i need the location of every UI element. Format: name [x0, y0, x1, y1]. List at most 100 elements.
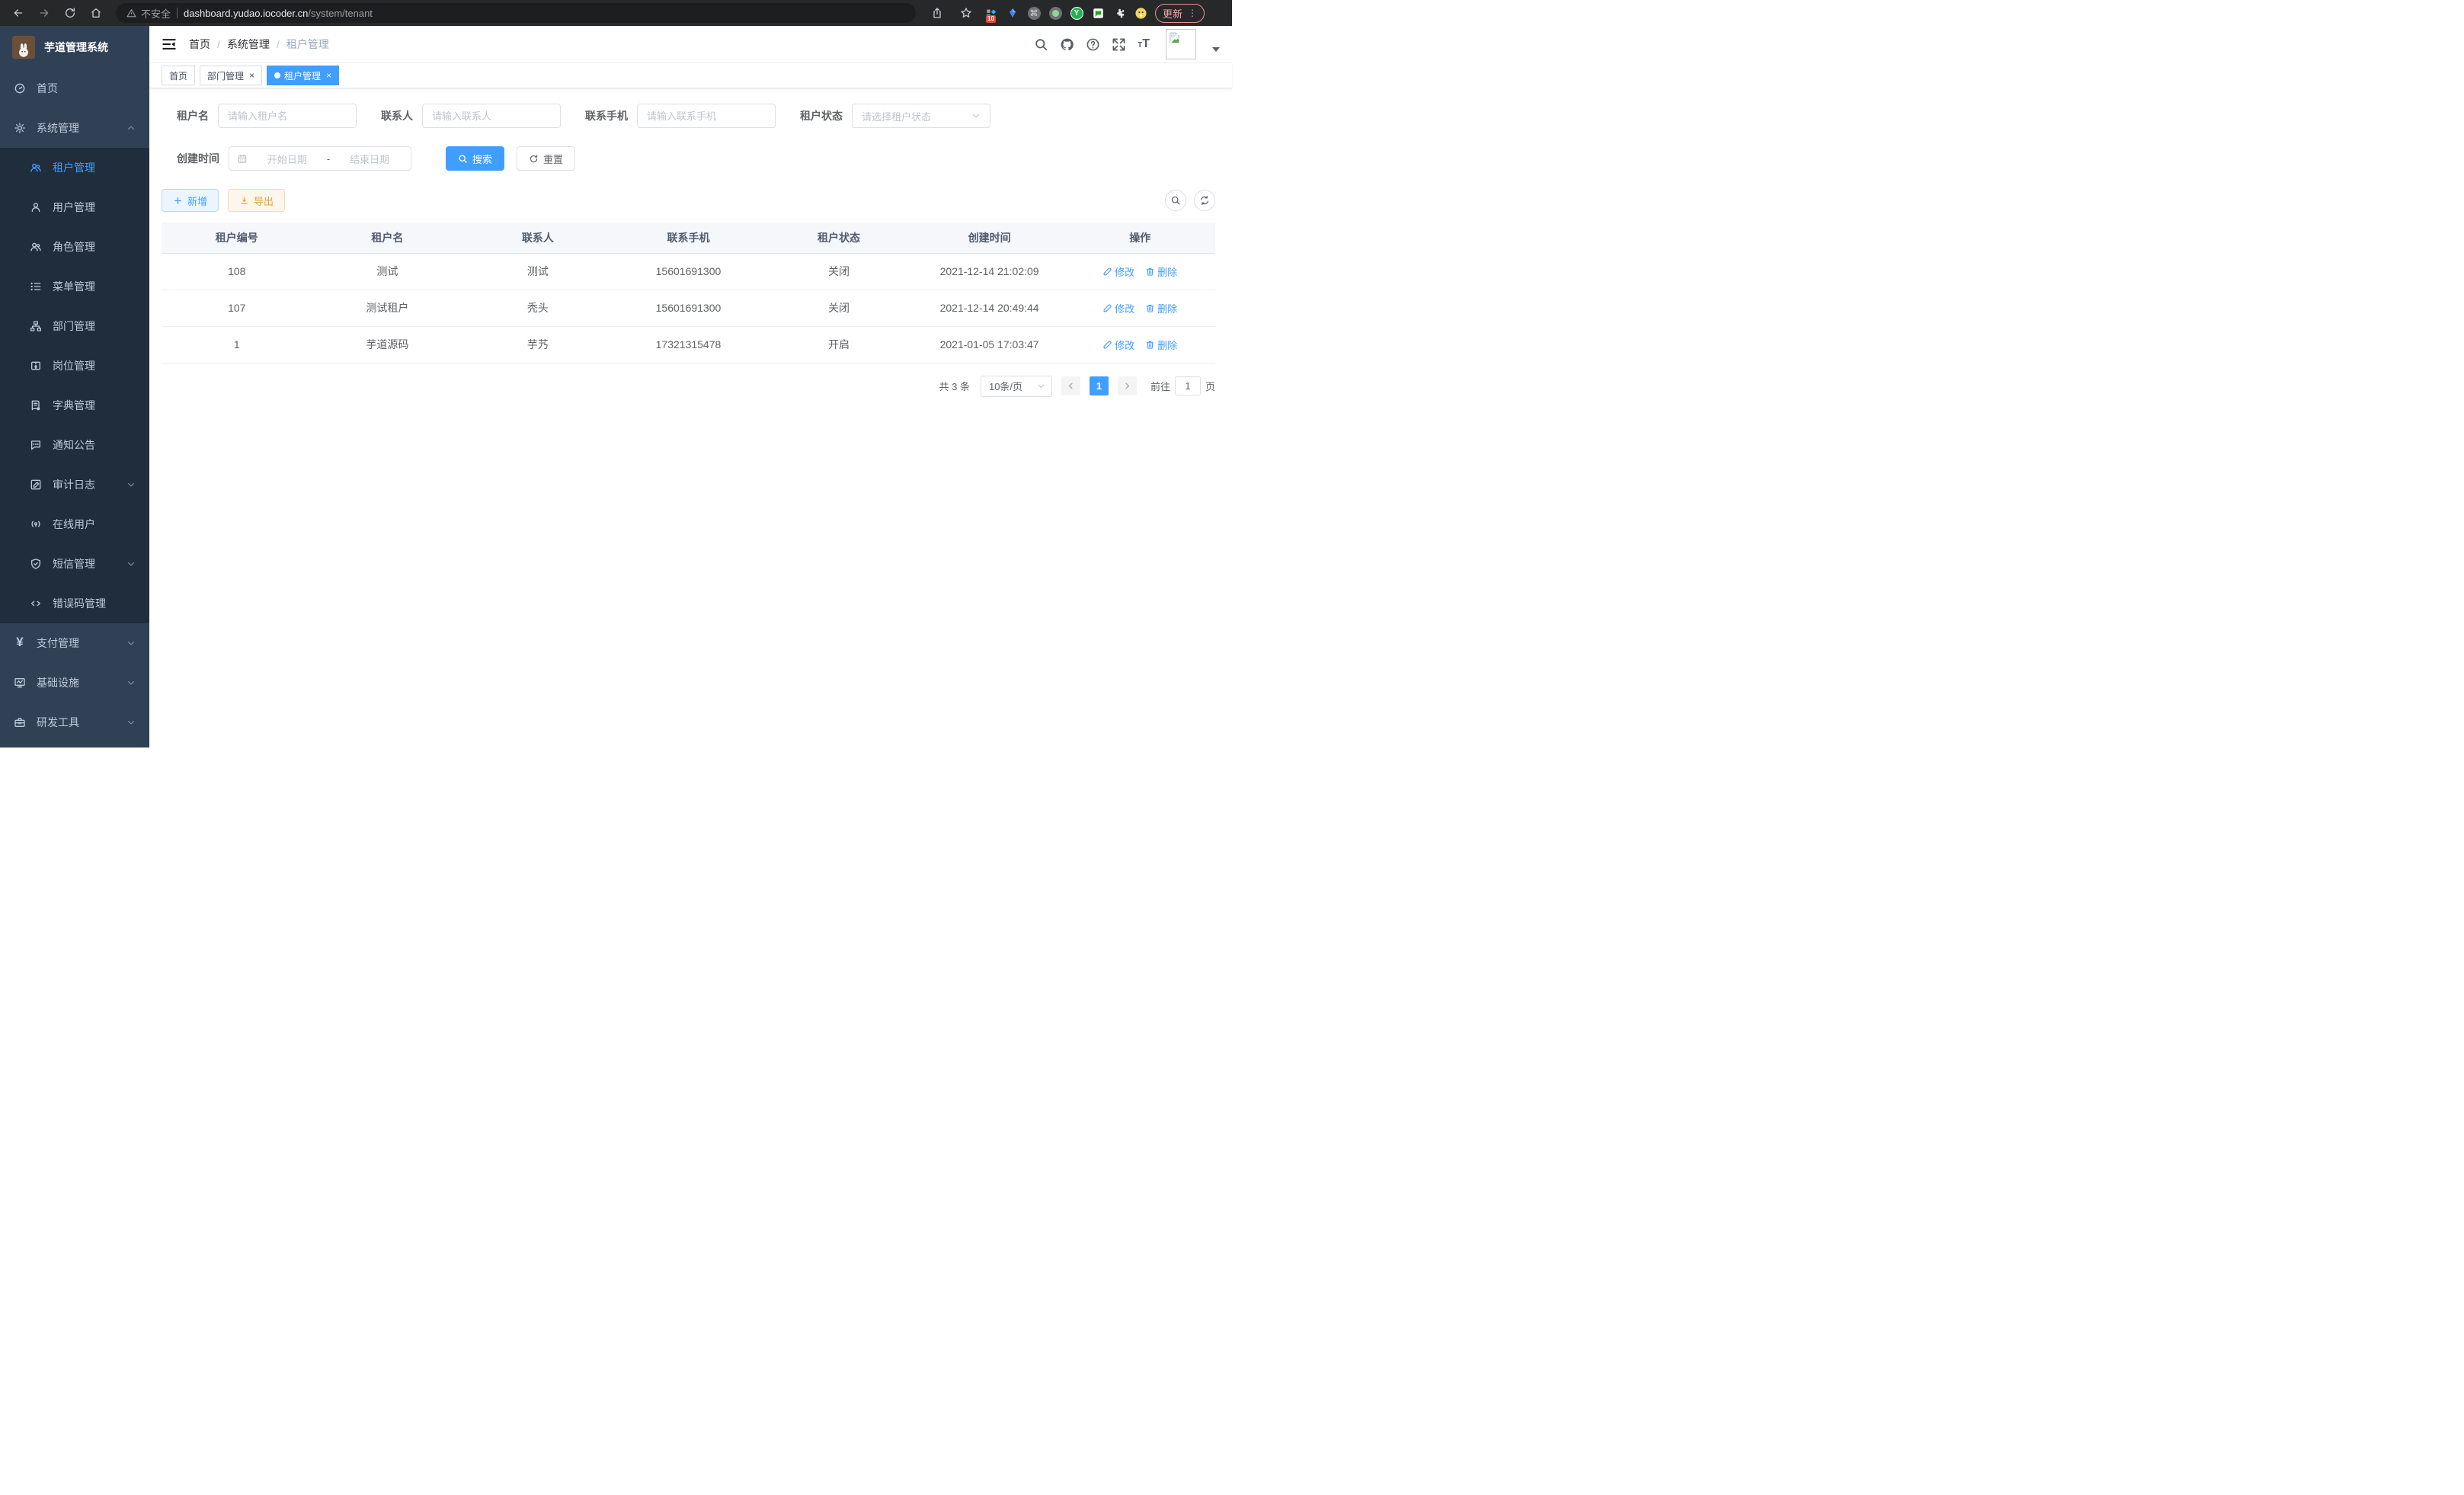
phone-label: 联系手机: [585, 108, 628, 123]
app-logo[interactable]: 芋道管理系统: [0, 26, 149, 69]
search-button[interactable]: 搜索: [446, 146, 504, 171]
add-button[interactable]: 新增: [162, 189, 219, 212]
cell-status: 关闭: [763, 253, 914, 290]
app-title: 芋道管理系统: [44, 40, 108, 55]
breadcrumb-separator: /: [217, 38, 220, 50]
prev-page-button[interactable]: [1061, 376, 1080, 395]
sidebar-menu: 首页系统管理租户管理用户管理角色管理菜单管理部门管理岗位管理字典管理通知公告审计…: [0, 69, 149, 742]
extension-recorder-icon[interactable]: [1048, 6, 1062, 20]
delete-button[interactable]: 删除: [1145, 264, 1177, 279]
edit-button[interactable]: 修改: [1102, 301, 1134, 315]
url-text: dashboard.yudao.iocoder.cn/system/tenant: [184, 8, 373, 19]
cell-name: 芋道源码: [312, 326, 463, 363]
breadcrumb-separator: /: [277, 38, 280, 50]
browser-forward-icon[interactable]: [34, 2, 55, 24]
chevron-up-icon: [126, 123, 136, 133]
sidebar-item-在线用户[interactable]: 在线用户: [0, 504, 149, 544]
sidebar-item-系统管理[interactable]: 系统管理: [0, 108, 149, 148]
fullscreen-icon[interactable]: [1112, 37, 1126, 52]
edit-button[interactable]: 修改: [1102, 338, 1134, 352]
bookmark-star-icon[interactable]: [955, 2, 977, 24]
sidebar-item-label: 在线用户: [53, 517, 95, 532]
extension-chat-icon[interactable]: [1091, 6, 1105, 20]
goto-page-input[interactable]: [1175, 376, 1201, 395]
sidebar-collapse-icon[interactable]: [162, 37, 177, 52]
sidebar-item-label: 错误码管理: [53, 596, 106, 611]
edit-button[interactable]: 修改: [1102, 264, 1134, 279]
chevron-down-icon: [971, 111, 981, 120]
filter-row-2: 创建时间 开始日期 - 结束日期 搜索 重置: [162, 146, 1215, 171]
extension-y-icon[interactable]: Y: [1070, 6, 1083, 20]
code-icon: [30, 597, 42, 610]
sidebar-item-部门管理[interactable]: 部门管理: [0, 306, 149, 346]
edit-button-label: 修改: [1115, 301, 1134, 315]
user-menu-caret-icon[interactable]: [1212, 47, 1220, 52]
extensions-puzzle-icon[interactable]: [1112, 6, 1126, 20]
sidebar-item-研发工具[interactable]: 研发工具: [0, 703, 149, 742]
date-range-picker[interactable]: 开始日期 - 结束日期: [229, 146, 411, 171]
page-number-button[interactable]: 1: [1090, 376, 1109, 395]
close-icon[interactable]: ×: [326, 70, 331, 81]
help-icon[interactable]: [1086, 37, 1100, 52]
security-warning[interactable]: 不安全: [126, 6, 171, 21]
sidebar-item-用户管理[interactable]: 用户管理: [0, 187, 149, 227]
share-icon[interactable]: [926, 2, 948, 24]
sidebar-item-菜单管理[interactable]: 菜单管理: [0, 267, 149, 306]
header-search-icon[interactable]: [1034, 37, 1048, 52]
refresh-table-button[interactable]: [1194, 190, 1215, 211]
extension-kite-icon[interactable]: [1006, 6, 1019, 20]
browser-update-button[interactable]: 更新 ⋮: [1155, 4, 1205, 23]
extension-command-icon[interactable]: ⌘: [1027, 6, 1041, 20]
sidebar-item-支付管理[interactable]: ¥支付管理: [0, 623, 149, 663]
tag-label: 部门管理: [207, 69, 244, 82]
browser-home-icon[interactable]: [85, 2, 107, 24]
sidebar-item-错误码管理[interactable]: 错误码管理: [0, 584, 149, 623]
breadcrumb-item[interactable]: 首页: [189, 37, 210, 52]
next-page-button[interactable]: [1118, 376, 1137, 395]
tenant-name-input[interactable]: [218, 104, 357, 128]
cell-phone: 15601691300: [613, 253, 764, 290]
sidebar-item-角色管理[interactable]: 角色管理: [0, 227, 149, 267]
address-bar[interactable]: 不安全 dashboard.yudao.iocoder.cn/system/te…: [116, 3, 916, 23]
cell-status: 开启: [763, 326, 914, 363]
sidebar-item-租户管理[interactable]: 租户管理: [0, 148, 149, 187]
browser-reload-icon[interactable]: [59, 2, 81, 24]
page-size-select[interactable]: 10条/页: [981, 376, 1052, 397]
font-size-icon[interactable]: TT: [1138, 38, 1150, 50]
book-icon: [30, 399, 42, 411]
reset-button[interactable]: 重置: [517, 146, 575, 171]
github-icon[interactable]: [1060, 37, 1074, 52]
close-icon[interactable]: ×: [249, 70, 254, 81]
sidebar-item-审计日志[interactable]: 审计日志: [0, 465, 149, 504]
sidebar-item-通知公告[interactable]: 通知公告: [0, 425, 149, 465]
export-button[interactable]: 导出: [228, 189, 285, 212]
gear-icon: [14, 122, 26, 134]
sidebar-item-岗位管理[interactable]: 岗位管理: [0, 346, 149, 386]
cell-actions: 修改删除: [1064, 253, 1215, 290]
tag-首页[interactable]: 首页: [162, 66, 195, 85]
toggle-search-button[interactable]: [1165, 190, 1186, 211]
user-avatar[interactable]: [1166, 29, 1196, 59]
sidebar-item-label: 通知公告: [53, 437, 95, 453]
contact-input[interactable]: [422, 104, 561, 128]
tag-租户管理[interactable]: 租户管理×: [267, 66, 339, 85]
tag-部门管理[interactable]: 部门管理 ×: [200, 66, 262, 85]
phone-input[interactable]: [637, 104, 776, 128]
dashboard-icon: [14, 82, 26, 94]
sidebar-item-基础设施[interactable]: 基础设施: [0, 663, 149, 703]
tag-label: 首页: [169, 69, 187, 82]
extension-tabs-icon[interactable]: 10: [984, 6, 998, 20]
breadcrumb-item[interactable]: 系统管理: [227, 37, 270, 52]
delete-button[interactable]: 删除: [1145, 301, 1177, 315]
cell-created: 2021-12-14 21:02:09: [914, 253, 1065, 290]
browser-back-icon[interactable]: [8, 2, 29, 24]
sidebar-item-label: 岗位管理: [53, 358, 95, 373]
sidebar-item-字典管理[interactable]: 字典管理: [0, 386, 149, 425]
status-select[interactable]: 请选择租户状态: [852, 104, 990, 128]
sidebar-item-短信管理[interactable]: 短信管理: [0, 544, 149, 584]
profile-avatar-icon[interactable]: [1134, 6, 1147, 20]
sidebar-item-首页[interactable]: 首页: [0, 69, 149, 108]
delete-button[interactable]: 删除: [1145, 338, 1177, 352]
start-date-placeholder: 开始日期: [254, 152, 321, 166]
browser-menu-icon[interactable]: ⋮: [1188, 8, 1197, 18]
